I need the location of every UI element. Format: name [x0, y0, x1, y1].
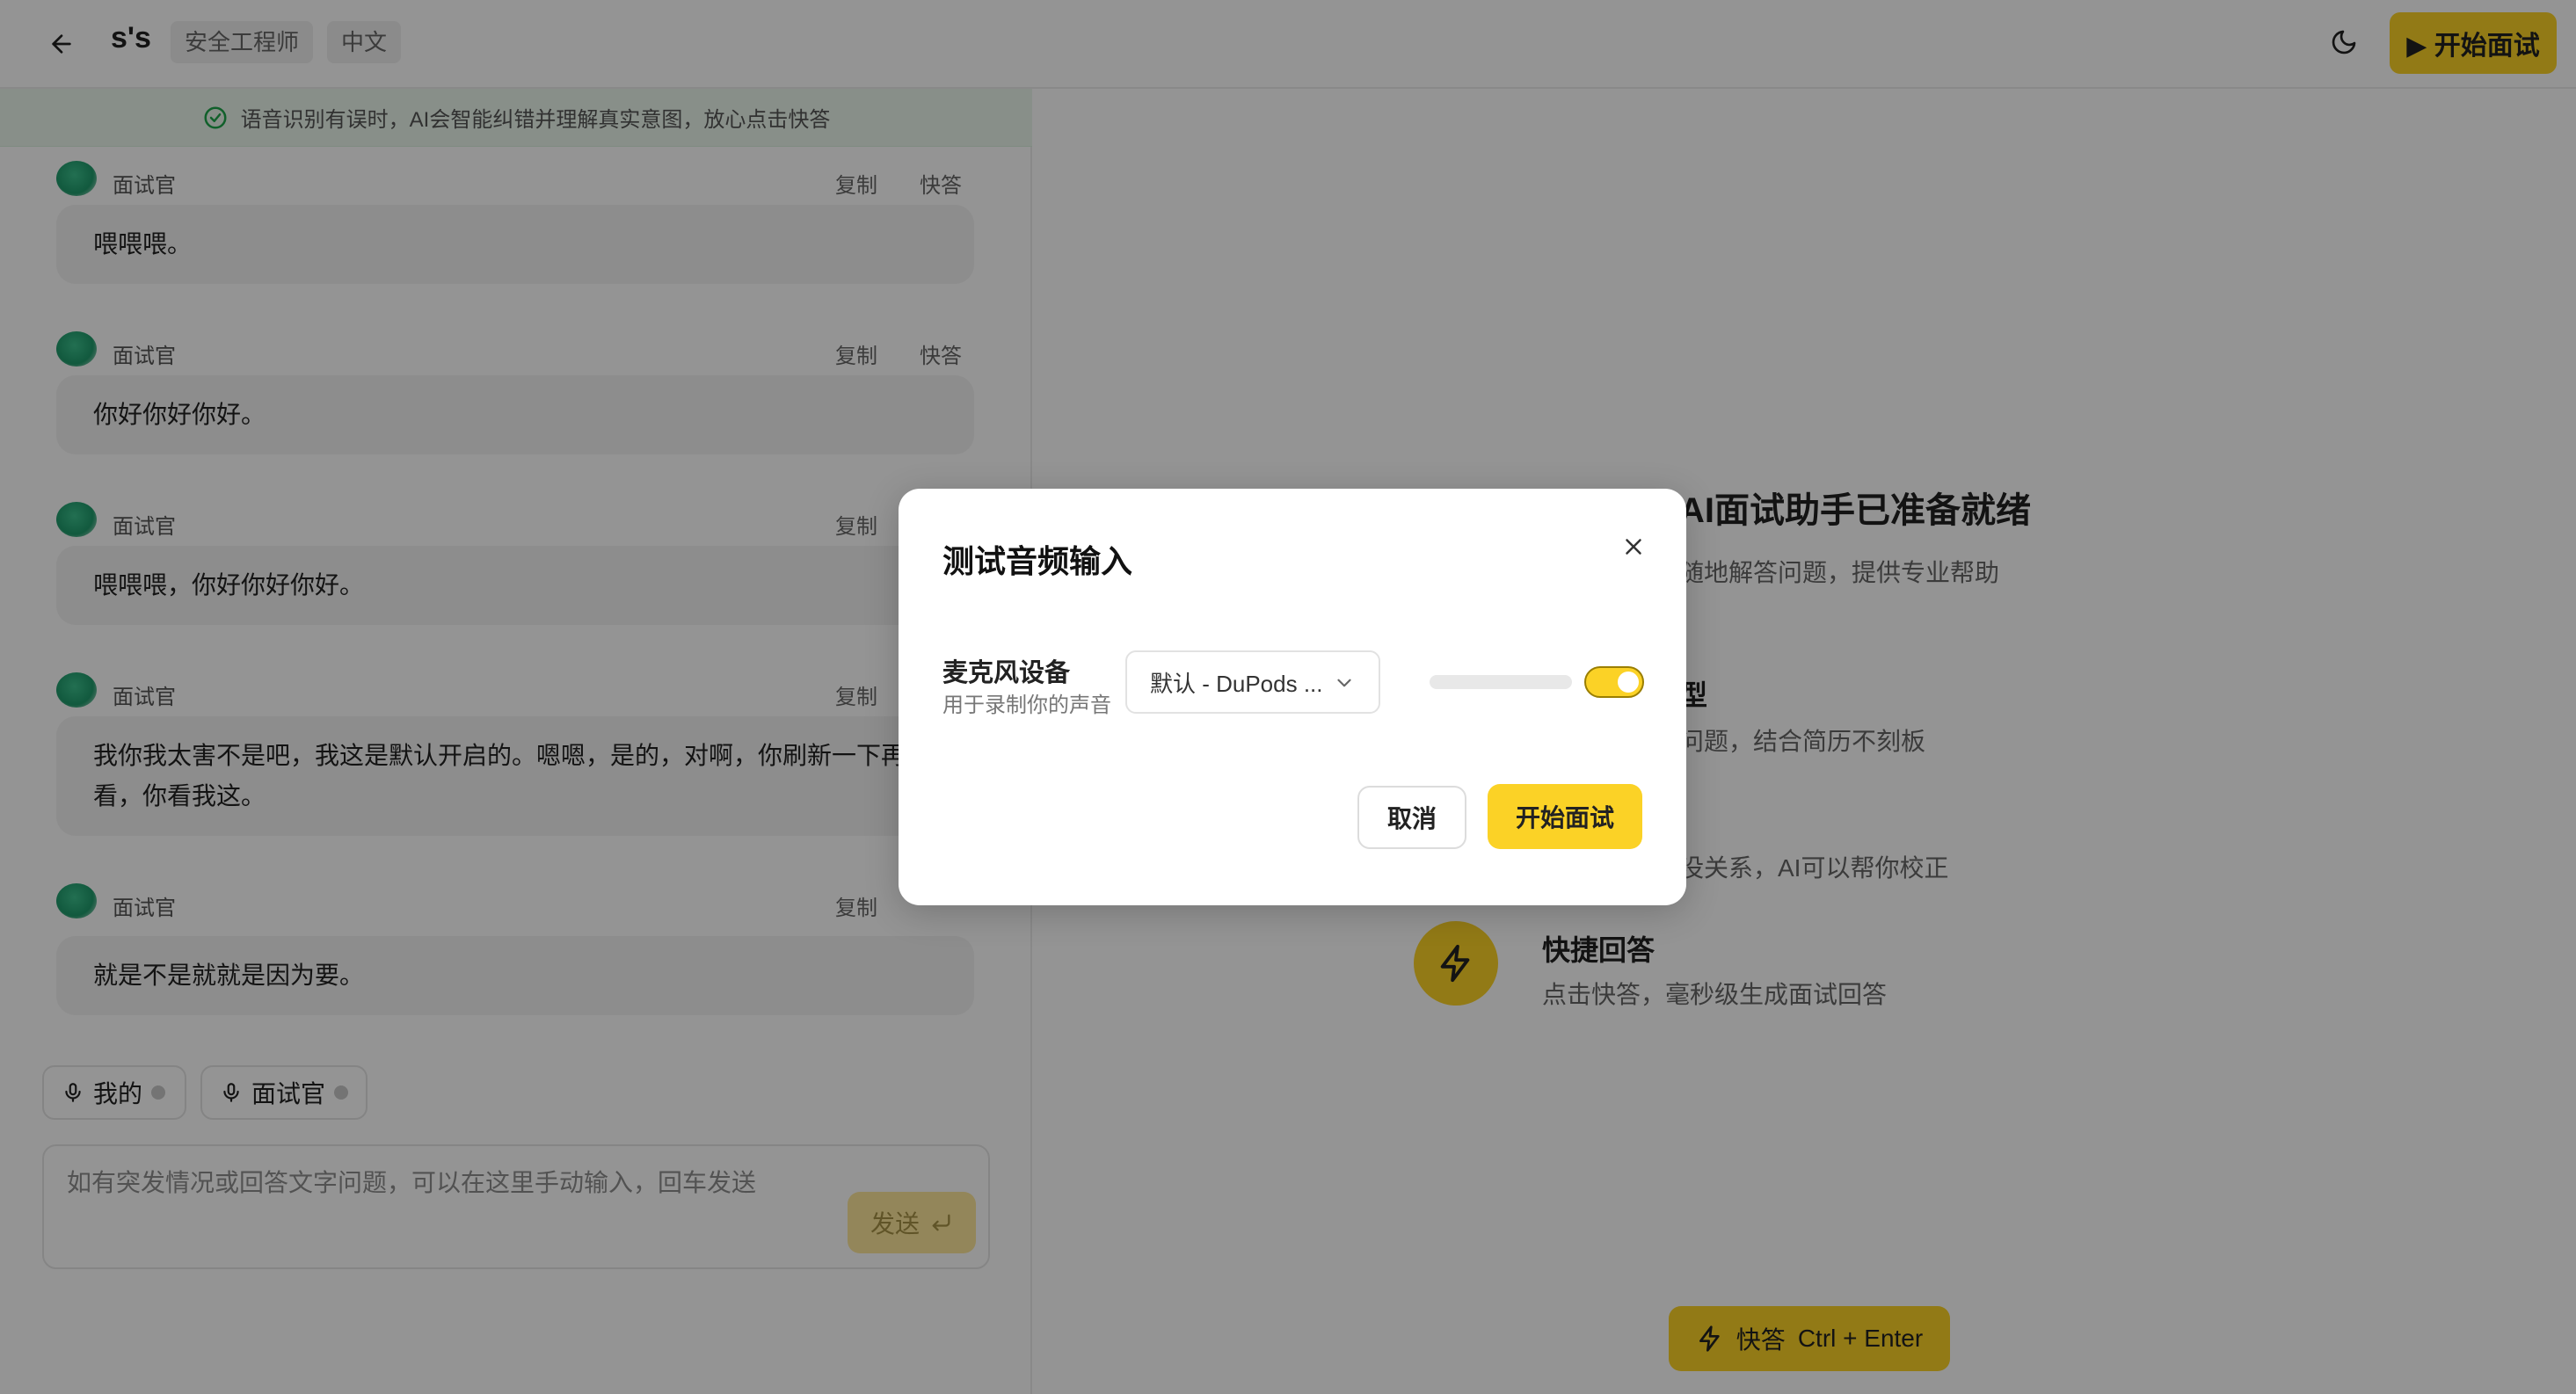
audio-test-dialog: 测试音频输入 麦克风设备 用于录制你的声音 默认 - DuPods ... 取消… [899, 489, 1686, 905]
chevron-down-icon [1337, 679, 1351, 687]
monitor-toggle[interactable] [1584, 666, 1644, 698]
cancel-button[interactable]: 取消 [1357, 786, 1466, 849]
mic-device-label: 麦克风设备 [942, 659, 1071, 687]
dialog-title: 测试音频输入 [942, 543, 1133, 579]
audio-level-meter [1430, 675, 1572, 689]
start-interview-button[interactable]: 开始面试 [1488, 784, 1642, 849]
close-icon[interactable] [1616, 529, 1651, 564]
mic-device-select[interactable]: 默认 - DuPods ... [1125, 650, 1380, 714]
selected-device: 默认 - DuPods ... [1150, 670, 1323, 697]
mic-device-hint: 用于录制你的声音 [942, 693, 1111, 717]
toggle-knob [1618, 672, 1639, 693]
